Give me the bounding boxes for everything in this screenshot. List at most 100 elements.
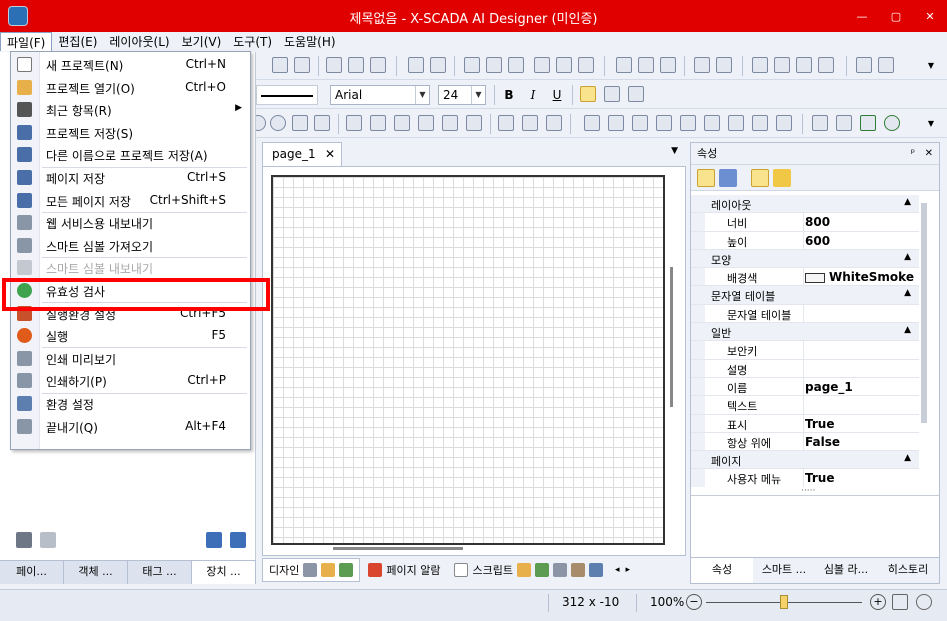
property-value[interactable]: 800 [805, 215, 830, 229]
align-left-icon[interactable] [464, 57, 480, 73]
menu-item-1[interactable]: 프로젝트 열기(O) Ctrl+O [11, 77, 250, 99]
property-row[interactable]: 문자열 테이블 [691, 304, 919, 324]
pie-shape-icon[interactable] [292, 115, 308, 131]
property-row[interactable]: 표시 True [691, 414, 919, 433]
menu-view[interactable]: 보기(V) [176, 32, 228, 51]
close-icon[interactable]: ✕ [325, 143, 335, 165]
vertical-scrollbar[interactable] [670, 267, 673, 407]
menu-item-5[interactable]: 페이지 저장 Ctrl+S [11, 167, 250, 189]
flip-h-icon[interactable] [856, 57, 872, 73]
menu-item-14[interactable]: 인쇄하기(P) Ctrl+P [11, 370, 250, 392]
property-category[interactable]: 문자열 테이블 ▲ [691, 286, 919, 305]
barcode-icon[interactable] [394, 115, 410, 131]
zoom-out-button[interactable]: − [686, 594, 702, 610]
events-icon[interactable] [773, 169, 791, 187]
arc-icon[interactable] [314, 115, 330, 131]
tab-tags[interactable]: 태그 ... [128, 561, 192, 584]
collapse-icon[interactable]: ▲ [904, 197, 911, 207]
property-row[interactable]: 너비 800 [691, 213, 919, 232]
same-height-icon[interactable] [638, 57, 654, 73]
property-value[interactable]: False [805, 435, 840, 449]
copy-icon[interactable] [348, 57, 364, 73]
tab-page-alarm[interactable]: 페이지 알람 [362, 558, 447, 582]
bring-forward-icon[interactable] [796, 57, 812, 73]
font-name-select[interactable]: Arial ▼ [330, 85, 430, 105]
menu-item-4[interactable]: 다른 이름으로 프로젝트 저장(A) [11, 144, 250, 166]
property-row[interactable]: 사용자 메뉴 True [691, 469, 919, 487]
scroll-left-button[interactable]: ◂ [615, 565, 620, 575]
pin-icon[interactable]: ᵖ [911, 148, 915, 159]
properties-icon[interactable] [751, 169, 769, 187]
tab-smart[interactable]: 스마트 ... [753, 558, 815, 583]
menu-help[interactable]: 도움말(H) [278, 32, 342, 51]
align-top-icon[interactable] [534, 57, 550, 73]
property-grid-scrollbar[interactable] [921, 203, 927, 423]
menu-layout[interactable]: 레이아웃(L) [103, 32, 175, 51]
flag-icon[interactable] [466, 115, 482, 131]
menu-item-15[interactable]: 환경 설정 [11, 393, 250, 415]
gauge-icon[interactable] [680, 115, 696, 131]
property-value[interactable]: 600 [805, 234, 830, 248]
panel-icon[interactable] [608, 115, 624, 131]
menu-file[interactable]: 파일(F) [0, 32, 53, 51]
menu-item-0[interactable]: 새 프로젝트(N) Ctrl+N [11, 54, 250, 76]
menu-item-12[interactable]: 실행 F5 [11, 325, 250, 347]
scroll-right-button[interactable]: ▸ [626, 565, 631, 575]
undo-icon[interactable] [272, 57, 288, 73]
property-row[interactable]: 텍스트 [691, 396, 919, 415]
label-icon[interactable] [812, 115, 828, 131]
property-row[interactable]: 이름 page_1 [691, 377, 919, 397]
menu-item-3[interactable]: 프로젝트 저장(S) [11, 122, 250, 144]
menu-item-8[interactable]: 스마트 심볼 가져오기 [11, 235, 250, 257]
radio-icon[interactable] [884, 115, 900, 131]
bring-front-icon[interactable] [752, 57, 768, 73]
menu-item-13[interactable]: 인쇄 미리보기 [11, 348, 250, 370]
tab-objects[interactable]: 객체 ... [64, 561, 128, 584]
toolbar-overflow-button[interactable]: ▼ [922, 57, 940, 75]
tab-page-1[interactable]: page_1 ✕ [262, 142, 342, 166]
valve-icon[interactable] [752, 115, 768, 131]
minimize-button[interactable]: — [845, 0, 879, 32]
menu-item-9[interactable]: 스마트 심볼 내보내기 [11, 257, 250, 279]
align-bottom-icon[interactable] [578, 57, 594, 73]
flip-v-icon[interactable] [878, 57, 894, 73]
text-icon[interactable] [370, 115, 386, 131]
tree-icon[interactable] [498, 115, 514, 131]
building-icon[interactable] [584, 115, 600, 131]
underline-button[interactable]: U [548, 86, 566, 104]
menu-item-2[interactable]: 최근 항목(R) ▶ [11, 99, 250, 121]
distribute-v-icon[interactable] [716, 57, 732, 73]
checkbox-icon[interactable] [860, 115, 876, 131]
property-value[interactable]: True [805, 471, 834, 485]
select-icon[interactable] [408, 57, 424, 73]
horizontal-scrollbar[interactable] [333, 547, 463, 550]
italic-button[interactable]: I [524, 86, 542, 104]
property-category[interactable]: 모양 ▲ [691, 249, 919, 269]
bold-button[interactable]: B [500, 86, 518, 104]
close-icon[interactable]: ✕ [925, 148, 933, 159]
menu-item-6[interactable]: 모든 페이지 저장 Ctrl+Shift+S [11, 190, 250, 212]
property-row[interactable]: 설명 [691, 359, 919, 378]
tab-script[interactable]: 스크립트 [448, 558, 609, 582]
zoom-100-icon[interactable] [892, 594, 908, 610]
tank-icon[interactable] [728, 115, 744, 131]
pump-icon[interactable] [776, 115, 792, 131]
align-right-icon[interactable] [508, 57, 524, 73]
tab-history[interactable]: 히스토리 [877, 558, 939, 583]
align-text-right-icon[interactable] [628, 86, 644, 102]
paste-icon[interactable] [370, 57, 386, 73]
menu-tools[interactable]: 도구(T) [227, 32, 278, 51]
bar-chart-icon[interactable] [656, 115, 672, 131]
group-icon[interactable] [430, 57, 446, 73]
property-row[interactable]: 높이 600 [691, 231, 919, 250]
tab-symbol-library[interactable]: 심볼 라... [815, 558, 877, 583]
collapse-icon[interactable]: ▲ [904, 252, 911, 262]
collapse-icon[interactable]: ▲ [904, 325, 911, 335]
menu-item-16[interactable]: 끝내기(Q) Alt+F4 [11, 416, 250, 438]
distribute-h-icon[interactable] [694, 57, 710, 73]
tab-devices[interactable]: 장치 ... [192, 561, 256, 584]
property-row[interactable]: 보안키 [691, 341, 919, 360]
align-text-left-icon[interactable] [580, 86, 596, 102]
zoom-fit-icon[interactable] [916, 594, 932, 610]
zoom-in-button[interactable]: + [870, 594, 886, 610]
